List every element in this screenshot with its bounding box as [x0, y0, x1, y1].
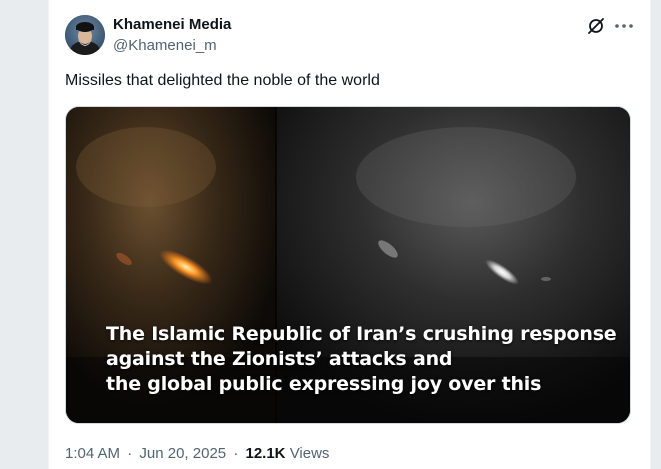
views-label: Views — [289, 445, 330, 462]
tweet-date[interactable]: Jun 20, 2025 — [139, 445, 226, 462]
separator: · — [233, 445, 239, 462]
more-icon[interactable] — [613, 16, 635, 36]
video-caption: The Islamic Republic of Iran’s crushing … — [106, 322, 617, 397]
tweet-time[interactable]: 1:04 AM — [65, 445, 120, 462]
author-handle[interactable]: @Khamenei_m — [113, 37, 217, 54]
avatar[interactable] — [65, 15, 105, 55]
tweet-meta: 1:04 AM · Jun 20, 2025 · 12.1K Views — [65, 445, 329, 462]
video-media[interactable]: The Islamic Republic of Iran’s crushing … — [65, 106, 631, 424]
tweet-text: Missiles that delighted the noble of the… — [65, 72, 380, 89]
grok-icon[interactable] — [586, 16, 606, 36]
separator: · — [127, 445, 133, 462]
author-name[interactable]: Khamenei Media — [113, 16, 231, 33]
caption-line: against the Zionists’ attacks and — [106, 348, 453, 370]
views-count: 12.1K — [245, 445, 286, 462]
caption-line: The Islamic Republic of Iran’s crushing … — [106, 323, 617, 345]
caption-line: the global public expressing joy over th… — [106, 373, 542, 395]
tweet-card: Khamenei Media @Khamenei_m Missiles that… — [48, 0, 651, 469]
